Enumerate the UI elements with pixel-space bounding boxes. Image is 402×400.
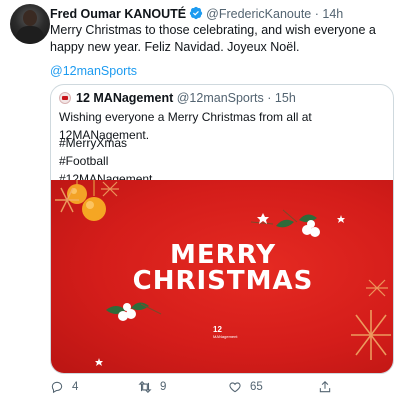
tweet-actions: 4 9 65 <box>50 380 395 396</box>
christmas-image[interactable]: MERRY CHRISTMAS 12 MANagement <box>51 180 393 373</box>
quote-time[interactable]: 15h <box>275 91 296 105</box>
brand-logo: 12 MANagement <box>213 325 238 340</box>
like-count: 65 <box>250 381 263 393</box>
author-handle[interactable]: @FredericKanoute <box>206 7 311 21</box>
like-button[interactable]: 65 <box>228 380 263 394</box>
hashtag-link[interactable]: #Football <box>59 152 389 170</box>
avatar-head <box>23 10 37 26</box>
time-separator: · <box>314 7 319 21</box>
quote-text: Wishing everyone a Merry Christmas from … <box>59 108 389 188</box>
quote-avatar[interactable] <box>59 92 71 104</box>
quote-line: Wishing everyone a Merry Christmas from … <box>59 110 312 142</box>
quoted-tweet[interactable]: 12 MANagement @12manSports · 15h Wishing… <box>50 84 394 374</box>
hashtag-link[interactable]: #MerryXmas <box>59 134 389 152</box>
retweet-count: 9 <box>160 381 167 393</box>
quote-separator: · <box>267 91 272 105</box>
holly-icon <box>106 302 162 321</box>
like-icon <box>229 382 241 393</box>
share-button[interactable] <box>318 380 332 394</box>
snowflake-icon <box>101 181 119 197</box>
quote-author-name[interactable]: 12 MANagement <box>76 91 173 105</box>
tweet-time[interactable]: 14h <box>322 7 343 21</box>
share-icon <box>319 381 331 393</box>
ornament-icon <box>82 197 106 221</box>
reply-icon <box>51 381 63 394</box>
reply-count: 4 <box>72 381 79 393</box>
mention-link[interactable]: @12manSports <box>50 64 137 78</box>
quote-header: 12 MANagement @12manSports · 15h <box>59 90 296 106</box>
avatar-body <box>16 26 44 44</box>
holly-icon <box>250 209 320 237</box>
author-name[interactable]: Fred Oumar KANOUTÉ <box>50 7 186 21</box>
logo-word: MANagement <box>213 334 238 339</box>
retweet-button[interactable]: 9 <box>138 380 166 394</box>
logo-number: 12 <box>213 325 222 334</box>
snowflake-icon <box>351 310 391 360</box>
tweet-header: Fred Oumar KANOUTÉ @FredericKanoute · 14h <box>50 6 343 22</box>
tweet-text: Merry Christmas to those celebrating, an… <box>50 23 376 54</box>
author-avatar[interactable] <box>10 4 50 44</box>
retweet-icon <box>138 381 152 393</box>
reply-button[interactable]: 4 <box>50 380 78 394</box>
verified-badge-icon <box>190 6 203 20</box>
quote-handle[interactable]: @12manSports <box>177 91 264 105</box>
christmas-title: CHRISTMAS <box>132 266 314 296</box>
